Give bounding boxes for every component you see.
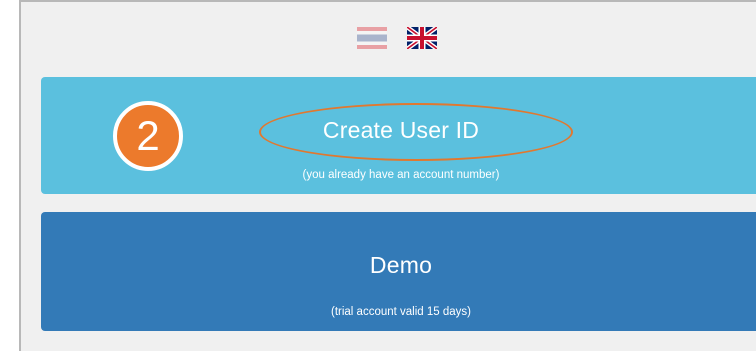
- demo-subtitle: (trial account valid 15 days): [331, 306, 471, 318]
- demo-title: Demo: [369, 252, 433, 278]
- login-options-container: 2 Create User ID (you already have an ac…: [19, 0, 756, 351]
- create-user-id-subtitle: (you already have an account number): [302, 169, 500, 181]
- create-user-id-button[interactable]: 2 Create User ID (you already have an ac…: [41, 77, 756, 194]
- thailand-flag-icon[interactable]: [357, 27, 387, 49]
- uk-flag-icon[interactable]: [407, 27, 437, 49]
- demo-button[interactable]: Demo (trial account valid 15 days): [41, 212, 756, 331]
- create-user-id-title: Create User ID: [322, 117, 480, 143]
